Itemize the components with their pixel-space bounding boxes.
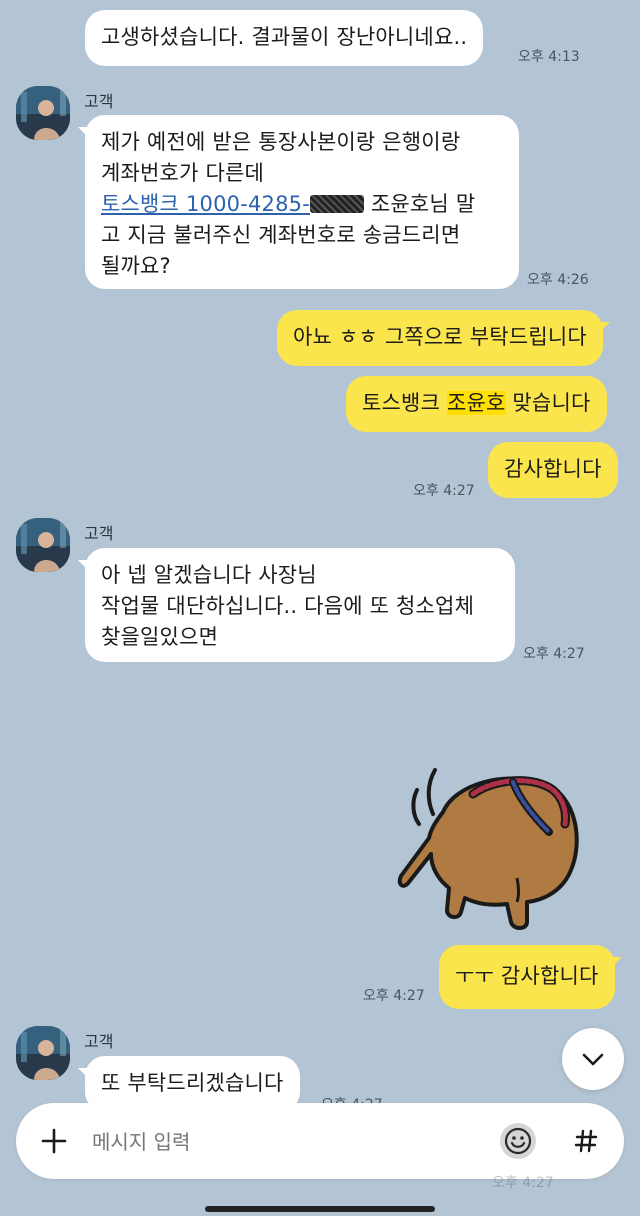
avatar[interactable] — [16, 86, 70, 140]
highlighted-text: 조윤호 — [446, 391, 506, 415]
message-text-line: 찾을일있으면 — [101, 625, 219, 649]
redacted-mark — [310, 195, 364, 213]
message-text-line: 제가 예전에 받은 통장사본이랑 은행이랑 — [101, 130, 461, 154]
avatar[interactable] — [16, 518, 70, 572]
message-input-bar — [16, 1103, 624, 1179]
chevron-down-icon — [582, 1053, 604, 1066]
message-time: 오후 4:27 — [492, 1175, 554, 1191]
message-bubble[interactable]: 토스뱅크 조윤호 맞습니다 — [346, 376, 607, 432]
message-bubble[interactable]: 아 넵 알겠습니다 사장님 작업물 대단하십니다.. 다음에 또 청소업체 찾을… — [78, 548, 515, 662]
message-bubble[interactable]: 감사합니다 — [488, 442, 618, 498]
message-time: 오후 4:26 — [527, 272, 589, 288]
scroll-down-button[interactable] — [562, 1028, 624, 1090]
message-text: 아뇨 ㅎㅎ 그쪽으로 부탁드립니다 — [293, 325, 587, 349]
sender-name: 고객 — [84, 1032, 114, 1051]
message-time: 오후 4:27 — [363, 988, 425, 1004]
message-text-line: 고 지금 불러주신 계좌번호로 송금드리면 — [101, 223, 461, 247]
message-text-line: 토스뱅크 1000-4285- 조윤호님 말 — [101, 192, 476, 216]
bear-sticker-icon[interactable] — [395, 762, 585, 934]
hash-button[interactable] — [560, 1115, 612, 1167]
emoji-icon — [504, 1127, 532, 1155]
message-text-line: 계좌번호가 다른데 — [101, 161, 265, 185]
hash-icon — [574, 1129, 598, 1153]
message-bubble[interactable]: 제가 예전에 받은 통장사본이랑 은행이랑 계좌번호가 다른데 토스뱅크 100… — [78, 115, 519, 289]
message-text: 또 부탁드리겠습니다 — [101, 1071, 284, 1095]
message-text: 고생하셨습니다. 결과물이 장난아니네요.. — [101, 25, 468, 49]
home-indicator — [205, 1206, 435, 1212]
account-number-link[interactable]: 토스뱅크 1000-4285- — [101, 192, 310, 216]
message-text: ㅜㅜ 감사합니다 — [455, 964, 599, 988]
message-bubble[interactable]: 고생하셨습니다. 결과물이 장난아니네요.. — [85, 10, 484, 66]
emoji-button[interactable] — [500, 1123, 536, 1159]
avatar-photo-icon — [16, 1026, 70, 1080]
attach-button[interactable] — [28, 1115, 80, 1167]
message-bubble[interactable]: 아뇨 ㅎㅎ 그쪽으로 부탁드립니다 — [277, 310, 610, 366]
message-text-line: 아 넵 알겠습니다 사장님 — [101, 563, 317, 587]
message-time: 오후 4:13 — [518, 49, 580, 65]
message-bubble[interactable]: ㅜㅜ 감사합니다 — [439, 945, 622, 1009]
message-input[interactable] — [90, 1121, 494, 1163]
message-text: 감사합니다 — [504, 457, 602, 481]
avatar[interactable] — [16, 1026, 70, 1080]
avatar-photo-icon — [16, 518, 70, 572]
message-text-line: 작업물 대단하십니다.. 다음에 또 청소업체 — [101, 594, 475, 618]
message-time: 오후 4:27 — [523, 646, 585, 662]
avatar-photo-icon — [16, 86, 70, 140]
plus-icon — [41, 1128, 67, 1154]
sender-name: 고객 — [84, 92, 114, 111]
message-text-line: 될까요? — [101, 254, 171, 278]
message-time: 오후 4:27 — [413, 483, 475, 499]
sender-name: 고객 — [84, 524, 114, 543]
